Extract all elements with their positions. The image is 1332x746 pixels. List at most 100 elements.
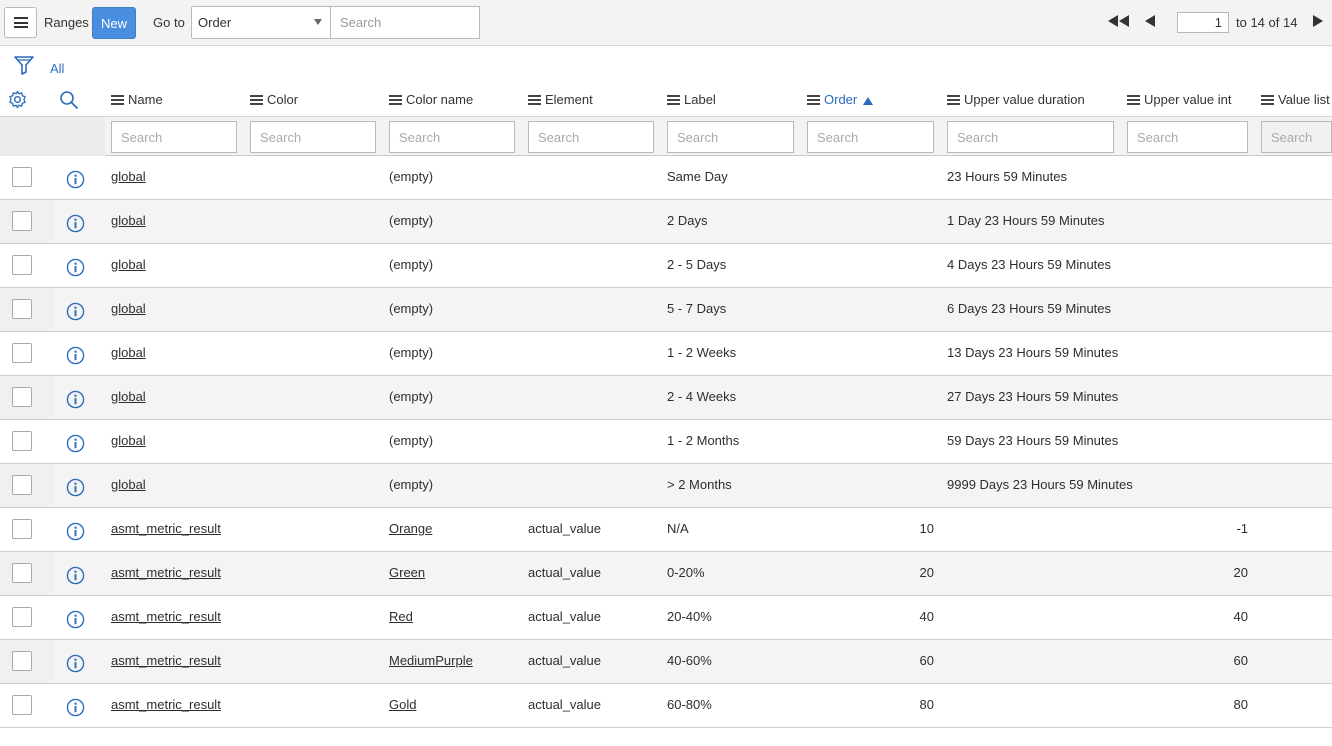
search-color-input[interactable] bbox=[250, 121, 376, 153]
info-icon[interactable] bbox=[66, 258, 85, 280]
cell-upper-value-duration: 9999 Days 23 Hours 59 Minutes bbox=[947, 477, 1133, 492]
filter-icon[interactable] bbox=[14, 55, 34, 78]
search-order-input[interactable] bbox=[807, 121, 934, 153]
cell-color-name[interactable]: Gold bbox=[389, 697, 416, 712]
cell-upper-value-duration: 6 Days 23 Hours 59 Minutes bbox=[947, 301, 1112, 316]
row-checkbox[interactable] bbox=[12, 211, 32, 231]
search-icon[interactable] bbox=[59, 90, 79, 113]
row-checkbox[interactable] bbox=[12, 387, 32, 407]
info-icon[interactable] bbox=[66, 654, 85, 676]
page-number-input[interactable] bbox=[1177, 12, 1229, 33]
column-menu-icon[interactable] bbox=[1127, 94, 1140, 105]
goto-field-select[interactable]: Order bbox=[191, 6, 331, 39]
info-icon[interactable] bbox=[66, 434, 85, 456]
cell-order: 40 bbox=[919, 609, 934, 624]
column-header-color-name[interactable]: Color name bbox=[389, 92, 473, 107]
cell-color-name[interactable]: Green bbox=[389, 565, 425, 580]
cell-color-name[interactable]: Red bbox=[389, 609, 413, 624]
row-checkbox[interactable] bbox=[12, 475, 32, 495]
search-value-list-input[interactable] bbox=[1261, 121, 1332, 153]
search-name-input[interactable] bbox=[111, 121, 237, 153]
info-icon[interactable] bbox=[66, 302, 85, 324]
search-upper-value-duration-input[interactable] bbox=[947, 121, 1114, 153]
info-icon[interactable] bbox=[66, 170, 85, 192]
cell-name[interactable]: asmt_metric_result bbox=[111, 697, 221, 712]
column-header-label: Element bbox=[545, 92, 593, 107]
gear-icon[interactable] bbox=[8, 90, 27, 112]
row-checkbox[interactable] bbox=[12, 695, 32, 715]
cell-upper-value-int: 40 bbox=[1233, 609, 1248, 624]
column-header-label: Color name bbox=[406, 92, 474, 107]
filter-breadcrumb-all[interactable]: All bbox=[50, 61, 64, 76]
cell-name[interactable]: global bbox=[111, 477, 146, 492]
column-menu-icon[interactable] bbox=[667, 94, 680, 105]
row-checkbox[interactable] bbox=[12, 431, 32, 451]
search-label-input[interactable] bbox=[667, 121, 794, 153]
row-checkbox[interactable] bbox=[12, 167, 32, 187]
first-page-button[interactable] bbox=[1108, 15, 1130, 30]
first-page-icon bbox=[1108, 15, 1130, 30]
column-header-value-list[interactable]: Value list bbox=[1261, 92, 1330, 107]
cell-name[interactable]: asmt_metric_result bbox=[111, 609, 221, 624]
cell-name[interactable]: global bbox=[111, 213, 146, 228]
row-checkbox[interactable] bbox=[12, 519, 32, 539]
cell-upper-value-int: 20 bbox=[1233, 565, 1248, 580]
info-icon[interactable] bbox=[66, 346, 85, 368]
column-header-label[interactable]: Label bbox=[667, 92, 716, 107]
column-menu-icon[interactable] bbox=[389, 94, 402, 105]
row-checkbox[interactable] bbox=[12, 255, 32, 275]
info-icon[interactable] bbox=[66, 610, 85, 632]
search-color-name-input[interactable] bbox=[389, 121, 515, 153]
goto-search-input[interactable] bbox=[330, 6, 480, 39]
prev-page-button[interactable] bbox=[1145, 15, 1155, 30]
column-menu-icon[interactable] bbox=[528, 94, 541, 105]
cell-color-name[interactable]: MediumPurple bbox=[389, 653, 473, 668]
cell-color-name: (empty) bbox=[389, 169, 434, 184]
column-header-order[interactable]: Order bbox=[807, 92, 874, 107]
column-header-upper-value-int[interactable]: Upper value int bbox=[1127, 92, 1231, 107]
column-menu-icon[interactable] bbox=[807, 94, 820, 105]
column-menu-icon[interactable] bbox=[111, 94, 124, 105]
cell-color-name[interactable]: Orange bbox=[389, 521, 432, 536]
cell-color-name: (empty) bbox=[389, 389, 434, 404]
row-checkbox[interactable] bbox=[12, 651, 32, 671]
cell-name[interactable]: global bbox=[111, 301, 146, 316]
column-menu-icon[interactable] bbox=[250, 94, 263, 105]
cell-name[interactable]: global bbox=[111, 345, 146, 360]
info-icon[interactable] bbox=[66, 478, 85, 500]
next-page-icon bbox=[1313, 15, 1323, 27]
info-icon[interactable] bbox=[66, 390, 85, 412]
row-checkbox[interactable] bbox=[12, 563, 32, 583]
cell-label: N/A bbox=[667, 521, 689, 536]
cell-color-name: (empty) bbox=[389, 433, 434, 448]
column-menu-icon[interactable] bbox=[947, 94, 960, 105]
cell-name[interactable]: global bbox=[111, 389, 146, 404]
next-page-button[interactable] bbox=[1313, 15, 1323, 30]
cell-label: 5 - 7 Days bbox=[667, 301, 727, 316]
cell-name[interactable]: asmt_metric_result bbox=[111, 653, 221, 668]
list-body: global (empty) Same Day 23 Hours 59 Minutes… bbox=[0, 156, 1332, 728]
cell-element: actual_value bbox=[528, 653, 601, 668]
column-menu-icon[interactable] bbox=[1261, 94, 1274, 105]
cell-name[interactable]: asmt_metric_result bbox=[111, 565, 221, 580]
row-checkbox[interactable] bbox=[12, 343, 32, 363]
list-menu-button[interactable] bbox=[4, 7, 37, 38]
search-upper-value-int-input[interactable] bbox=[1127, 121, 1248, 153]
column-header-upper-value-duration[interactable]: Upper value duration bbox=[947, 92, 1085, 107]
column-header-name[interactable]: Name bbox=[111, 92, 163, 107]
search-element-input[interactable] bbox=[528, 121, 654, 153]
info-icon[interactable] bbox=[66, 214, 85, 236]
info-icon[interactable] bbox=[66, 566, 85, 588]
column-header-label: Label bbox=[684, 92, 716, 107]
new-button[interactable]: New bbox=[92, 7, 136, 39]
cell-name[interactable]: asmt_metric_result bbox=[111, 521, 221, 536]
column-header-color[interactable]: Color bbox=[250, 92, 298, 107]
row-checkbox[interactable] bbox=[12, 607, 32, 627]
cell-name[interactable]: global bbox=[111, 257, 146, 272]
cell-name[interactable]: global bbox=[111, 433, 146, 448]
info-icon[interactable] bbox=[66, 698, 85, 720]
info-icon[interactable] bbox=[66, 522, 85, 544]
row-checkbox[interactable] bbox=[12, 299, 32, 319]
column-header-element[interactable]: Element bbox=[528, 92, 593, 107]
cell-name[interactable]: global bbox=[111, 169, 146, 184]
